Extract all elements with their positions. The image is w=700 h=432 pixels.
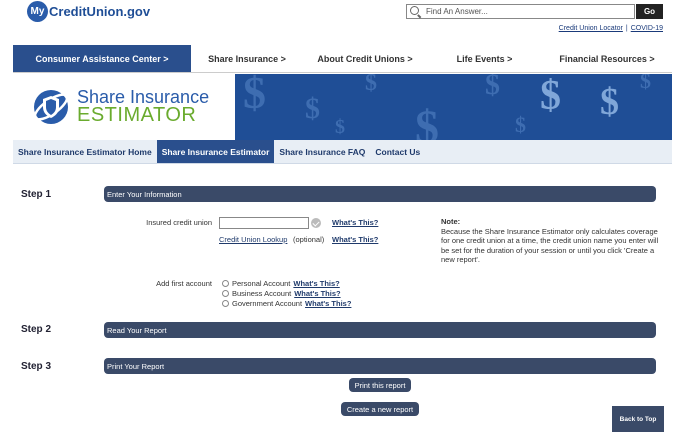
personal-account-radio[interactable] [222,280,229,287]
main-nav: Consumer Assistance Center > Share Insur… [13,45,672,73]
note-panel: Note: Because the Share Insurance Estima… [441,217,661,265]
utility-links: Credit Union Locator | COVID-19 [559,25,663,32]
logo-text: CreditUnion.gov [49,3,151,19]
covid-link[interactable]: COVID-19 [631,25,663,32]
utility-separator: | [625,25,628,32]
back-to-top-button[interactable]: Back to Top [612,406,664,432]
nav-share-insurance[interactable]: Share Insurance > [191,45,303,72]
step-2-label: Step 2 [21,324,52,335]
step-1-bar: Enter Your Information [104,186,656,202]
optional-label: (optional) [293,235,325,244]
business-account-radio[interactable] [222,290,229,297]
nav-about-credit-unions[interactable]: About Credit Unions > [303,45,427,72]
business-account-label: Business Account [232,289,292,298]
estimator-banner: Share Insurance ESTIMATOR $ $ $ $ $ $ $ … [13,74,672,140]
banner-title-area: Share Insurance ESTIMATOR [13,74,235,140]
nav-life-events[interactable]: Life Events > [427,45,542,72]
government-account-option[interactable]: Government Account What's This? [222,299,351,308]
note-title: Note: [441,217,461,226]
nav-financial-resources[interactable]: Financial Resources > [542,45,672,72]
insured-cu-input[interactable] [219,217,309,229]
whats-this-link-personal[interactable]: What's This? [293,279,339,288]
personal-account-label: Personal Account [232,279,291,288]
credit-union-lookup-link[interactable]: Credit Union Lookup [219,235,287,244]
logo-badge: My [27,0,48,22]
create-new-report-button[interactable]: Create a new report [341,402,419,416]
search-icon [410,5,422,18]
site-logo[interactable]: My CreditUnion.gov [27,0,150,22]
credit-union-locator-link[interactable]: Credit Union Locator [559,25,623,32]
print-report-button[interactable]: Print this report [349,378,411,392]
add-account-label: Add first account [156,279,212,288]
search-box[interactable] [406,4,635,19]
step-1-label: Step 1 [21,189,52,200]
insured-cu-label: Insured credit union [146,218,212,227]
whats-this-link-business[interactable]: What's This? [294,289,340,298]
nav-consumer-assistance[interactable]: Consumer Assistance Center > [13,45,191,72]
government-account-radio[interactable] [222,300,229,307]
whats-this-link-lookup[interactable]: What's This? [332,235,378,244]
business-account-option[interactable]: Business Account What's This? [222,289,341,298]
check-icon [311,218,321,228]
tab-faq[interactable]: Share Insurance FAQ [274,140,370,163]
step-2-bar: Read Your Report [104,322,656,338]
search-input[interactable] [426,7,626,16]
shield-icon [33,90,69,124]
note-body: Because the Share Insurance Estimator on… [441,226,659,265]
step-3-label: Step 3 [21,361,52,372]
estimator-subnav: Share Insurance Estimator Home Share Ins… [13,140,672,164]
banner-title-line2: ESTIMATOR [77,104,197,126]
whats-this-link-cu[interactable]: What's This? [332,218,378,227]
whats-this-link-government[interactable]: What's This? [305,299,351,308]
government-account-label: Government Account [232,299,303,308]
tab-contact-us[interactable]: Contact Us [370,140,425,163]
personal-account-option[interactable]: Personal Account What's This? [222,279,340,288]
step-3-bar: Print Your Report [104,358,656,374]
tab-estimator[interactable]: Share Insurance Estimator [156,140,275,163]
banner-dollar-graphic: $ $ $ $ $ $ $ $ $ $ [235,74,672,140]
go-button[interactable]: Go [636,4,663,19]
tab-estimator-home[interactable]: Share Insurance Estimator Home [13,140,157,163]
